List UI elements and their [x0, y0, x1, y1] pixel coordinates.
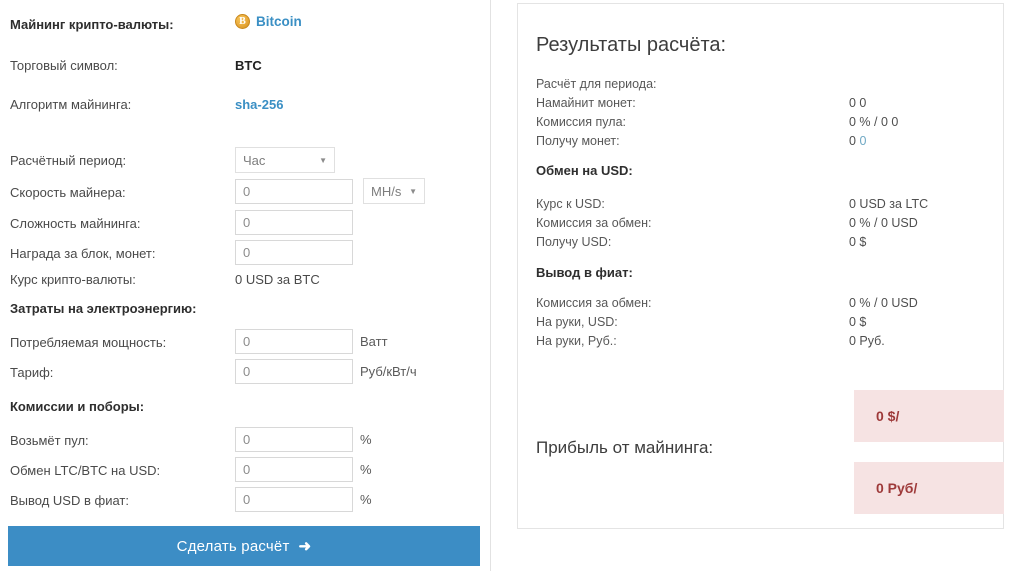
label-crypto-rate: Курс крипто-валюты: — [10, 272, 136, 287]
select-calc-period[interactable]: Час ▼ — [235, 147, 335, 173]
value-usd-rate: 0 USD за LTC — [849, 197, 929, 211]
value-receive-coins-main: 0 — [849, 134, 856, 148]
suffix-exchange-fee-percent: % — [360, 462, 372, 477]
value-net-usd: 0 $ — [849, 315, 867, 329]
label-receive-usd: Получу USD: — [536, 235, 612, 249]
label-power-consumption: Потребляемая мощность: — [10, 335, 167, 350]
value-receive-usd: 0 $ — [849, 235, 867, 249]
section-withdraw-fiat: Вывод в фиат: — [536, 265, 633, 280]
crypto-currency-name: Bitcoin — [256, 14, 302, 29]
row-crypto-currency: Майнинг крипто-валюты: B Bitcoin — [0, 14, 480, 38]
section-fees: Комиссии и поборы: — [0, 398, 480, 420]
result-row-mined-coins: Намайнит монет: 0 0 — [518, 95, 1005, 114]
value-receive-coins: 0 0 — [849, 133, 866, 150]
value-mining-algorithm-link[interactable]: sha-256 — [235, 96, 283, 114]
suffix-pool-fee-percent: % — [360, 432, 372, 447]
value-net-rub: 0 Руб. — [849, 334, 885, 348]
label-usd-rate: Курс к USD: — [536, 197, 605, 211]
mining-calculator-page: Майнинг крипто-валюты: B Bitcoin Торговы… — [0, 0, 1026, 571]
result-row-usd-exchange-fee: Комиссия за обмен: 0 % / 0 USD — [518, 215, 1005, 234]
value-result-pool-fee: 0 % / 0 0 — [849, 115, 899, 129]
label-difficulty: Сложность майнинга: — [10, 216, 141, 231]
value-trade-symbol: BTC — [235, 58, 262, 73]
profit-usd-box: 0 $/ — [854, 390, 1004, 442]
result-row-net-rub: На руки, Руб.: 0 Руб. — [518, 333, 1005, 352]
value-usd-exchange-fee: 0 % / 0 USD — [849, 216, 918, 230]
row-trade-symbol: Торговый символ: BTC — [0, 57, 480, 79]
value-receive-coins-accent: 0 — [859, 134, 867, 148]
crypto-currency-value[interactable]: B Bitcoin — [235, 14, 302, 29]
row-mining-algorithm: Алгоритм майнинга: sha-256 — [0, 96, 480, 118]
input-withdraw-fee[interactable] — [235, 487, 353, 512]
chevron-down-icon: ▼ — [409, 187, 417, 196]
suffix-power-unit: Ватт — [360, 334, 388, 349]
result-row-period: Расчёт для периода: — [518, 76, 1005, 95]
results-panel: Результаты расчёта: Расчёт для периода: … — [517, 3, 1004, 529]
row-crypto-rate: Курс крипто-валюты: 0 USD за BTC — [0, 271, 480, 293]
profit-rub-box: 0 Руб/ — [854, 462, 1004, 514]
column-divider — [490, 0, 491, 571]
result-row-fiat-exchange-fee: Комиссия за обмен: 0 % / 0 USD — [518, 295, 1005, 314]
label-pool-fee: Возьмёт пул: — [10, 433, 89, 448]
result-row-usd-rate: Курс к USD: 0 USD за LTC — [518, 196, 1005, 215]
result-row-receive-coins: Получу монет: 0 0 — [518, 133, 1005, 152]
label-mining-algorithm: Алгоритм майнинга: — [10, 97, 132, 112]
calculate-button-label: Сделать расчёт — [176, 537, 290, 555]
input-tariff[interactable] — [235, 359, 353, 384]
label-mining-profit: Прибыль от майнинга: — [536, 438, 714, 457]
label-result-period: Расчёт для периода: — [536, 77, 657, 91]
select-hashrate-unit-value: MH/s — [371, 183, 402, 199]
label-block-reward: Награда за блок, монет: — [10, 246, 156, 261]
label-receive-coins: Получу монет: — [536, 134, 620, 148]
arrow-right-icon: ➜ — [298, 537, 312, 555]
select-calc-period-value: Час — [243, 152, 266, 168]
input-power-consumption[interactable] — [235, 329, 353, 354]
label-mined-coins: Намайнит монет: — [536, 96, 636, 110]
section-electricity-costs: Затраты на электроэнергию: — [0, 300, 480, 322]
label-crypto-currency: Майнинг крипто-валюты: — [10, 17, 174, 32]
suffix-tariff-unit: Руб/кВт/ч — [360, 364, 417, 379]
label-electricity-section: Затраты на электроэнергию: — [10, 301, 197, 316]
label-tariff: Тариф: — [10, 365, 54, 380]
label-usd-exchange-fee: Комиссия за обмен: — [536, 216, 652, 230]
input-hashrate[interactable] — [235, 179, 353, 204]
label-net-rub: На руки, Руб.: — [536, 334, 617, 348]
input-exchange-fee[interactable] — [235, 457, 353, 482]
label-fiat-exchange-fee: Комиссия за обмен: — [536, 296, 652, 310]
calculator-form: Майнинг крипто-валюты: B Bitcoin Торговы… — [0, 0, 490, 571]
label-exchange-fee: Обмен LTC/BTC на USD: — [10, 463, 161, 478]
result-row-pool-fee: Комиссия пула: 0 % / 0 0 — [518, 114, 1005, 133]
label-net-usd: На руки, USD: — [536, 315, 618, 329]
value-crypto-rate: 0 USD за BTC — [235, 272, 320, 287]
value-fiat-exchange-fee: 0 % / 0 USD — [849, 296, 918, 310]
results-title: Результаты расчёта: — [536, 34, 727, 56]
suffix-withdraw-fee-percent: % — [360, 492, 372, 507]
profit-usd-value: 0 $/ — [876, 408, 900, 424]
select-hashrate-unit[interactable]: MH/s ▼ — [363, 178, 425, 204]
label-result-pool-fee: Комиссия пула: — [536, 115, 626, 129]
result-row-receive-usd: Получу USD: 0 $ — [518, 234, 1005, 253]
value-mined-coins: 0 0 — [849, 96, 867, 110]
label-trade-symbol: Торговый символ: — [10, 58, 118, 73]
calculate-button[interactable]: Сделать расчёт ➜ — [8, 526, 480, 566]
label-withdraw-fee: Вывод USD в фиат: — [10, 493, 129, 508]
input-difficulty[interactable] — [235, 210, 353, 235]
label-fees-section: Комиссии и поборы: — [10, 399, 145, 414]
chevron-down-icon: ▼ — [319, 156, 327, 165]
bitcoin-coin-icon: B — [235, 14, 250, 29]
result-row-net-usd: На руки, USD: 0 $ — [518, 314, 1005, 333]
input-pool-fee[interactable] — [235, 427, 353, 452]
profit-rub-value: 0 Руб/ — [876, 480, 918, 496]
label-calc-period: Расчётный период: — [10, 153, 127, 168]
label-hashrate: Скорость майнера: — [10, 185, 126, 200]
input-block-reward[interactable] — [235, 240, 353, 265]
section-exchange-usd: Обмен на USD: — [536, 163, 633, 178]
